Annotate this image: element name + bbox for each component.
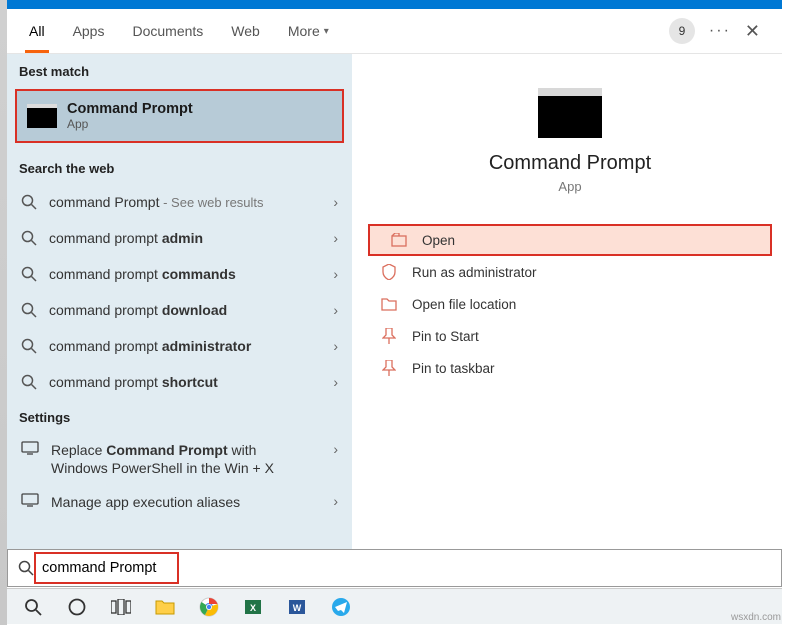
tab-apps[interactable]: Apps — [59, 9, 119, 53]
section-settings: Settings — [7, 400, 352, 433]
chevron-right-icon: › — [333, 338, 338, 354]
taskbar-telegram-icon[interactable] — [321, 592, 361, 622]
action-open[interactable]: Open — [368, 224, 772, 256]
chevron-right-icon: › — [333, 194, 338, 210]
command-prompt-icon — [27, 104, 57, 128]
web-result-text: command prompt shortcut — [49, 374, 321, 390]
action-open-label: Open — [422, 233, 455, 248]
web-result[interactable]: command prompt commands › — [7, 256, 352, 292]
tab-all[interactable]: All — [15, 9, 59, 53]
settings-icon — [21, 493, 39, 507]
web-result[interactable]: command prompt download › — [7, 292, 352, 328]
desktop-edge — [0, 0, 7, 625]
taskbar-cortana-icon[interactable] — [57, 592, 97, 622]
chevron-down-icon: ▾ — [324, 26, 329, 37]
preview-title: Command Prompt — [360, 152, 780, 175]
watermark: wsxdn.com — [731, 612, 781, 623]
command-prompt-preview-icon — [538, 88, 602, 138]
action-run-admin[interactable]: Run as administrator — [360, 256, 780, 288]
more-options-icon[interactable]: ··· — [709, 22, 731, 40]
web-result-text: command prompt admin — [49, 230, 321, 246]
search-input[interactable] — [42, 560, 771, 576]
action-run-admin-label: Run as administrator — [412, 265, 537, 280]
svg-text:X: X — [250, 603, 256, 613]
action-pin-taskbar-label: Pin to taskbar — [412, 361, 495, 376]
web-result-text: command prompt administrator — [49, 338, 321, 354]
search-box[interactable] — [7, 549, 782, 587]
taskbar-chrome-icon[interactable] — [189, 592, 229, 622]
preview-subtitle: App — [360, 179, 780, 194]
web-result[interactable]: command Prompt - See web results › — [7, 184, 352, 220]
web-result[interactable]: command prompt admin › — [7, 220, 352, 256]
search-icon — [21, 374, 37, 390]
close-icon[interactable]: ✕ — [745, 21, 760, 42]
web-result[interactable]: command prompt shortcut › — [7, 364, 352, 400]
chevron-right-icon: › — [333, 441, 338, 457]
search-icon — [21, 302, 37, 318]
results-pane: Best match Command Prompt App Search the… — [7, 54, 352, 549]
action-file-location-label: Open file location — [412, 297, 516, 312]
taskbar: X W — [7, 588, 782, 624]
web-result[interactable]: command prompt administrator › — [7, 328, 352, 364]
web-result-text: command prompt commands — [49, 266, 321, 282]
tab-documents[interactable]: Documents — [118, 9, 217, 53]
section-best-match: Best match — [7, 54, 352, 87]
tab-more[interactable]: More ▾ — [274, 9, 343, 53]
web-result-text: command prompt download — [49, 302, 321, 318]
chevron-right-icon: › — [333, 374, 338, 390]
web-result-text: command Prompt - See web results — [49, 194, 321, 210]
open-icon — [390, 232, 408, 248]
pin-taskbar-icon — [380, 360, 398, 376]
shield-icon — [380, 264, 398, 280]
settings-result[interactable]: Replace Command Prompt withWindows Power… — [7, 433, 352, 485]
settings-result-text: Manage app execution aliases — [51, 493, 321, 511]
chevron-right-icon: › — [333, 266, 338, 282]
pin-start-icon — [380, 328, 398, 344]
chevron-right-icon: › — [333, 230, 338, 246]
folder-icon — [380, 296, 398, 312]
action-pin-start[interactable]: Pin to Start — [360, 320, 780, 352]
settings-result-text: Replace Command Prompt withWindows Power… — [51, 441, 321, 477]
tab-more-label: More — [288, 23, 320, 39]
taskbar-explorer-icon[interactable] — [145, 592, 185, 622]
taskbar-word-icon[interactable]: W — [277, 592, 317, 622]
preview-pane: Command Prompt App Open Run as administr… — [360, 62, 780, 547]
best-match-title: Command Prompt — [67, 101, 193, 117]
action-pin-start-label: Pin to Start — [412, 329, 479, 344]
best-match-result[interactable]: Command Prompt App — [15, 89, 344, 143]
notification-badge[interactable]: 9 — [669, 18, 695, 44]
search-icon — [21, 230, 37, 246]
search-tab-bar: All Apps Documents Web More ▾ 9 ··· ✕ — [7, 9, 782, 54]
action-file-location[interactable]: Open file location — [360, 288, 780, 320]
tab-web[interactable]: Web — [217, 9, 274, 53]
search-icon — [18, 560, 34, 576]
settings-result[interactable]: Manage app execution aliases › — [7, 485, 352, 519]
chevron-right-icon: › — [333, 493, 338, 509]
taskbar-excel-icon[interactable]: X — [233, 592, 273, 622]
search-icon — [21, 194, 37, 210]
search-icon — [21, 338, 37, 354]
settings-icon — [21, 441, 39, 455]
svg-text:W: W — [293, 603, 302, 613]
taskbar-taskview-icon[interactable] — [101, 592, 141, 622]
chevron-right-icon: › — [333, 302, 338, 318]
window-top-border — [7, 0, 782, 9]
action-pin-taskbar[interactable]: Pin to taskbar — [360, 352, 780, 384]
taskbar-search-icon[interactable] — [13, 592, 53, 622]
best-match-subtitle: App — [67, 117, 193, 131]
section-search-web: Search the web — [7, 151, 352, 184]
search-icon — [21, 266, 37, 282]
